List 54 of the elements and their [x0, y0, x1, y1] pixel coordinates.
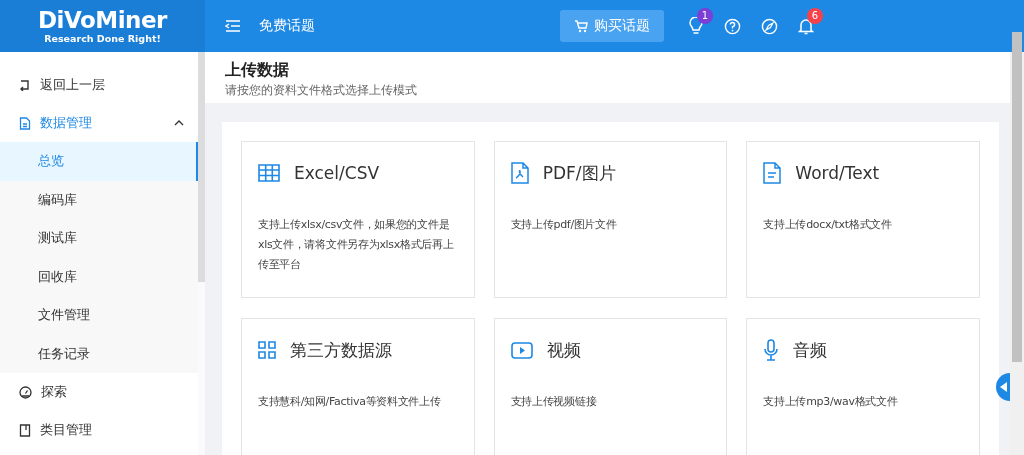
play-icon [510, 341, 533, 359]
card-description: 支持慧科/知网/Factiva等资料文件上传 [258, 394, 442, 410]
sidebar-subitem[interactable]: 总览 [0, 142, 198, 181]
document-icon [19, 116, 31, 130]
card-description: 支持上传视频链接 [510, 394, 598, 410]
left-arrow-icon [1000, 382, 1008, 392]
page-title: 上传数据 [225, 59, 290, 81]
card-description: 支持上传pdf/图片文件 [510, 217, 618, 233]
notification-badge: 1 [697, 8, 713, 24]
cart-icon [574, 19, 588, 33]
card-title: Excel/CSV [294, 163, 380, 183]
upload-option-card[interactable]: Excel/CSV 支持上传xlsx/csv文件，如果您的文件是xls文件，请将文件另存为xlsx格式后再上传至平台 [241, 141, 475, 298]
upload-option-card[interactable]: 视频 支持上传视频链接 [493, 318, 728, 455]
card-description: 支持上传docx/txt格式文件 [763, 217, 893, 233]
sidebar-subitem[interactable]: 任务记录 [0, 334, 198, 373]
card-title: 音频 [793, 338, 828, 362]
gauge-icon [19, 385, 32, 399]
menu-icon[interactable] [225, 19, 241, 33]
sidebar-subitem[interactable]: 文件管理 [0, 296, 198, 335]
card-description: 支持上传mp3/wav格式文件 [763, 394, 899, 410]
notification-badge: 6 [807, 8, 823, 24]
topic-title: 免费话题 [259, 17, 315, 35]
table-icon [258, 164, 280, 182]
logo-tagline: Research Done Right! [44, 33, 161, 45]
card-title: 第三方数据源 [290, 338, 392, 362]
upload-option-card[interactable]: Word/Text 支持上传docx/txt格式文件 [746, 141, 980, 298]
sidebar-subitem[interactable]: 回收库 [0, 257, 198, 296]
sidebar-item[interactable]: 返回上一层 [0, 66, 198, 104]
scrollbar-thumb[interactable] [1012, 32, 1022, 362]
upload-option-card[interactable]: 音频 支持上传mp3/wav格式文件 [746, 318, 980, 455]
document-icon [763, 162, 782, 184]
help-icon[interactable] [724, 17, 741, 35]
book-icon [19, 423, 31, 437]
card-title: PDF/图片 [542, 161, 616, 185]
pdf-file-icon [510, 162, 529, 184]
microphone-icon [763, 339, 780, 361]
sidebar-item[interactable]: 类目管理 [0, 411, 198, 449]
return-icon [19, 79, 31, 91]
card-description: 支持上传xlsx/csv文件，如果您的文件是xls文件，请将文件另存为xlsx格式后再上传至平台 [258, 217, 455, 273]
sidebar-item[interactable]: 探索 [0, 373, 198, 411]
grid-icon [258, 341, 276, 359]
upload-option-card[interactable]: PDF/图片 支持上传pdf/图片文件 [493, 141, 728, 298]
bell-icon[interactable] [798, 17, 814, 35]
sidebar-subitem[interactable]: 编码库 [0, 180, 198, 219]
sidebar-subitem[interactable]: 测试库 [0, 219, 198, 258]
page-subtitle: 请按您的资料文件格式选择上传模式 [225, 82, 418, 99]
sidebar-item[interactable]: 数据管理 [0, 104, 198, 142]
scrollbar-thumb[interactable] [198, 52, 205, 282]
upload-option-card[interactable]: 第三方数据源 支持慧科/知网/Factiva等资料文件上传 [241, 318, 475, 455]
compass-icon[interactable] [761, 17, 778, 35]
lightbulb-icon[interactable] [688, 17, 704, 35]
logo-name: DiVoMiner [38, 7, 167, 33]
card-title: 视频 [546, 338, 581, 362]
card-title: Word/Text [795, 163, 880, 183]
